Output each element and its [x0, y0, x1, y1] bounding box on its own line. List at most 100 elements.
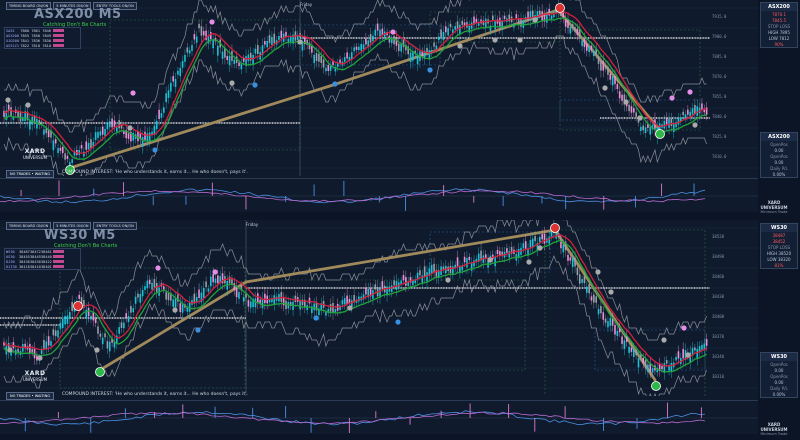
candle	[188, 50, 191, 54]
position-info-box: WS30 OpenPos 0.00 OpenPos 0.00 Daily P/L…	[760, 352, 798, 398]
candle	[69, 162, 71, 166]
candle	[31, 348, 33, 353]
candle	[623, 340, 626, 349]
footer-brand: XARD UNIVERSUM Minimum Trade	[758, 422, 790, 436]
candle	[99, 333, 102, 337]
candle	[71, 159, 73, 163]
candle	[494, 257, 496, 267]
candle	[217, 275, 219, 284]
candle	[447, 28, 449, 36]
candle	[221, 51, 224, 59]
candle	[101, 126, 104, 135]
chart-panel-asx200[interactable]: TIMING BOARD ON/ON 5 MINUTES ON/ON ENTRY…	[0, 0, 800, 218]
candle	[663, 120, 666, 129]
signal-dot	[681, 325, 687, 331]
candle	[701, 344, 703, 350]
no-trades-button[interactable]: NO TRADES • WAITING	[6, 170, 54, 178]
candle	[496, 19, 499, 24]
oscillator-canvas[interactable]	[0, 179, 758, 213]
candle	[106, 341, 109, 349]
candle	[101, 337, 104, 345]
oscillator-canvas[interactable]	[0, 401, 758, 435]
candle	[574, 257, 576, 267]
candle	[134, 296, 137, 304]
candle	[461, 20, 464, 25]
candle	[576, 28, 579, 36]
cell-value: 38418	[19, 264, 30, 269]
candle	[588, 46, 590, 53]
candle	[435, 45, 438, 50]
candle	[482, 20, 485, 25]
candle	[137, 131, 139, 142]
cell-value: 7841	[20, 38, 29, 43]
xard-logo: XARD UNIVERSUM	[10, 370, 60, 382]
candle	[163, 286, 165, 290]
candle	[705, 338, 708, 346]
candle	[64, 316, 66, 325]
candle	[202, 287, 205, 298]
candle	[449, 23, 452, 28]
sell-arrow-icon	[550, 223, 560, 233]
candle	[315, 53, 318, 62]
candle	[562, 244, 565, 253]
footer-sub: Minimum Trade	[760, 210, 788, 214]
candle	[71, 301, 73, 311]
candle	[400, 43, 402, 52]
candle	[29, 343, 31, 353]
candle	[280, 30, 283, 39]
compound-interest-text: COMPOUND INTEREST: 'He who understands i…	[62, 392, 248, 397]
price-chart[interactable]	[0, 0, 759, 176]
candle	[266, 41, 268, 48]
chart-panel-ws30[interactable]: TIMING BOARD ON/ON 5 MINUTES ON/ON ENTRY…	[0, 220, 800, 440]
candle	[668, 119, 670, 128]
candle	[590, 45, 593, 50]
candle	[515, 14, 518, 19]
candle	[261, 298, 264, 309]
oscillator-panel[interactable]	[0, 178, 758, 213]
cell-value: 38487	[19, 249, 30, 254]
candle	[571, 257, 574, 267]
cell-value: 38455	[19, 254, 30, 259]
candle	[661, 366, 663, 370]
candle	[125, 313, 127, 319]
candle	[395, 280, 398, 290]
candle	[583, 38, 586, 48]
candle	[92, 312, 95, 321]
candle	[416, 54, 419, 65]
oscillator-panel[interactable]	[0, 400, 758, 435]
cell-value: 38436	[19, 259, 30, 264]
candle	[433, 42, 435, 47]
candle	[264, 41, 266, 45]
candle	[454, 26, 456, 30]
candle	[116, 127, 118, 132]
candle	[40, 350, 43, 354]
row-label: WS30	[6, 249, 15, 254]
candle	[155, 120, 158, 130]
candle	[238, 62, 240, 67]
candle	[47, 130, 50, 138]
candle	[148, 132, 151, 141]
no-trades-button[interactable]: NO TRADES • WAITING	[6, 392, 54, 400]
side-info-column: WS30 38487 38452 STOP LOSS HIGH 38520 LO…	[758, 220, 800, 440]
candle	[602, 61, 605, 71]
candle	[294, 295, 297, 302]
candle	[381, 281, 384, 288]
candle	[329, 304, 332, 312]
candle	[186, 47, 189, 53]
candle	[687, 109, 689, 115]
candle	[682, 111, 684, 116]
cell-value: 7849	[42, 33, 51, 38]
candle	[45, 341, 48, 350]
signal-dot	[212, 269, 218, 275]
candle	[271, 36, 273, 45]
candle	[541, 11, 543, 22]
candle	[581, 279, 583, 283]
footer-brand: XARD UNIVERSUM Minimum Trade	[758, 200, 790, 214]
candle	[419, 270, 421, 276]
candle	[200, 26, 203, 36]
row-label: XJO200	[6, 38, 19, 43]
candle	[564, 18, 567, 27]
candle	[195, 36, 198, 43]
time-axis	[0, 434, 758, 440]
price-chart-canvas[interactable]	[0, 0, 758, 176]
